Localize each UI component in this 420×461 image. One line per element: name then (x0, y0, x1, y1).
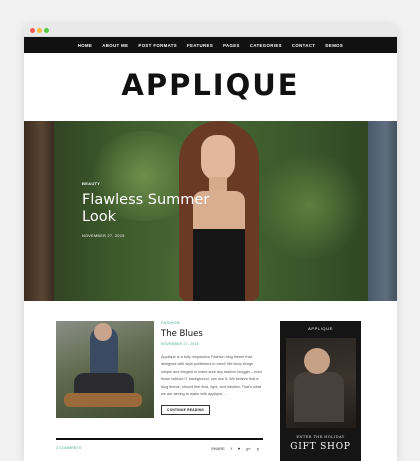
hero-title[interactable]: Flawless Summer Look (82, 192, 222, 226)
hero-foliage (254, 151, 364, 261)
hero-category-tag[interactable]: BEAUTY (82, 181, 222, 186)
nav-item-post-formats[interactable]: POST FORMATS (138, 43, 177, 48)
post-thumbnail[interactable] (56, 321, 154, 418)
maximize-window-icon[interactable] (44, 28, 49, 33)
pinterest-icon[interactable]: p (257, 446, 259, 451)
hero-next-slide-preview[interactable] (368, 121, 397, 301)
minimize-window-icon[interactable] (37, 28, 42, 33)
nav-item-categories[interactable]: CATEGORIES (250, 43, 282, 48)
post-excerpt: Applique is a fully responsive Fashion b… (161, 355, 263, 397)
facebook-icon[interactable]: f (231, 446, 232, 451)
share-label: SHARE (211, 446, 225, 451)
continue-reading-button[interactable]: CONTINUE READING (161, 405, 211, 416)
hero-caption: BEAUTY Flawless Summer Look NOVEMBER 27,… (82, 181, 222, 238)
share-bar: SHARE f ♥ g+ p (211, 446, 259, 451)
post-divider (56, 438, 263, 440)
nav-item-about[interactable]: ABOUT ME (102, 43, 128, 48)
browser-frame: HOME ABOUT ME POST FORMATS FEATURES PAGE… (24, 24, 397, 461)
ad-kicker: ENTER THE HOLIDAY (296, 435, 345, 439)
heart-icon[interactable]: ♥ (238, 446, 240, 451)
google-plus-icon[interactable]: g+ (246, 446, 251, 451)
close-window-icon[interactable] (30, 28, 35, 33)
site-logo[interactable]: APPLIQUE (24, 68, 397, 102)
hero-tree-trunk (24, 121, 54, 301)
browser-chrome (24, 24, 397, 37)
sidebar-ad-banner[interactable]: APPLIQUE ENTER THE HOLIDAY GIFT SHOP (280, 321, 361, 461)
nav-item-home[interactable]: HOME (78, 43, 93, 48)
ad-photo (286, 338, 356, 428)
nav-item-pages[interactable]: PAGES (223, 43, 240, 48)
post-title[interactable]: The Blues (161, 329, 263, 339)
nav-item-contact[interactable]: CONTACT (292, 43, 316, 48)
hero-date: NOVEMBER 27, 2015 (82, 234, 125, 238)
ad-brand: APPLIQUE (308, 326, 333, 331)
post-summary: FASHION The Blues NOVEMBER 27, 2015 Appl… (161, 321, 263, 416)
main-nav: HOME ABOUT ME POST FORMATS FEATURES PAGE… (24, 37, 397, 53)
hero-slider[interactable]: BEAUTY Flawless Summer Look NOVEMBER 27,… (24, 121, 397, 301)
post-comments-link[interactable]: 3 COMMENTS (56, 446, 82, 450)
nav-item-features[interactable]: FEATURES (187, 43, 213, 48)
post-category[interactable]: FASHION (161, 321, 263, 325)
post-date: NOVEMBER 27, 2015 (161, 342, 199, 346)
ad-title: GIFT SHOP (290, 442, 351, 452)
nav-item-demos[interactable]: DEMOS (325, 43, 343, 48)
